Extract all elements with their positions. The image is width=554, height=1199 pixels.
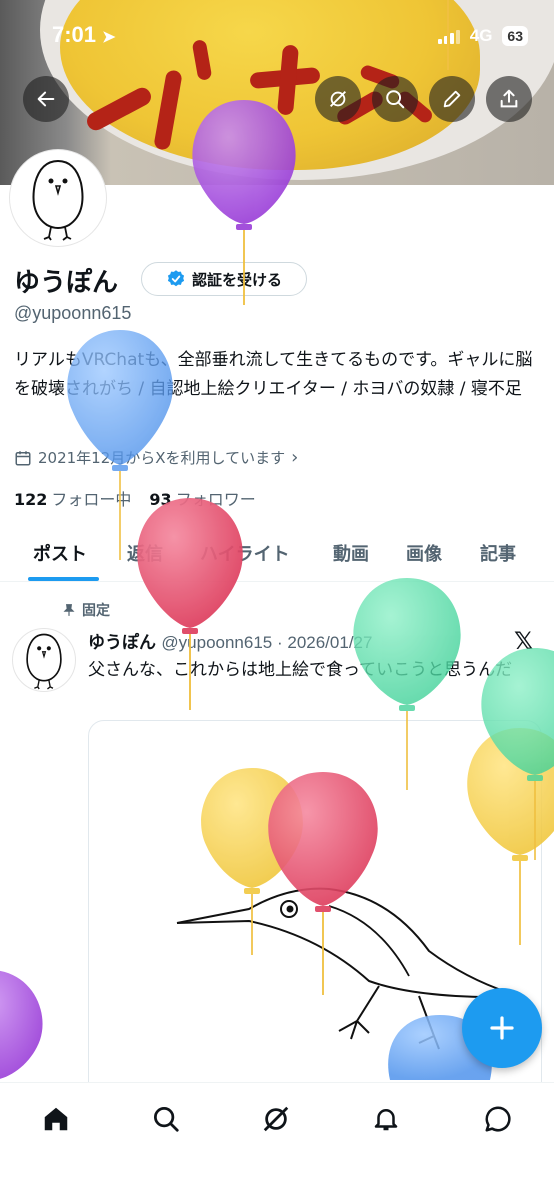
pinned-label: 固定 xyxy=(62,600,110,620)
post-text: 父さんな、これからは地上絵で食っていこうと思うんだ xyxy=(88,660,513,680)
search-button[interactable] xyxy=(372,76,418,122)
nav-home[interactable] xyxy=(34,1097,78,1141)
bird-drawing-avatar xyxy=(32,159,84,241)
tab-posts[interactable]: ポスト xyxy=(33,540,87,566)
verified-badge-icon xyxy=(167,270,185,287)
tab-videos[interactable]: 動画 xyxy=(333,540,369,566)
share-button[interactable] xyxy=(486,76,532,122)
profile-tabs: ポスト 返信 ハイライト 動画 画像 記事 xyxy=(0,530,554,582)
compose-button[interactable] xyxy=(462,988,542,1068)
profile-bio: リアルもVRChatも、全部垂れ流して生きてるものです。ギャルに脳を破壊されがち… xyxy=(14,350,533,399)
tab-images[interactable]: 画像 xyxy=(406,540,442,566)
post-author-name[interactable]: ゆうぽん xyxy=(88,633,156,653)
bottom-navigation xyxy=(0,1082,554,1199)
balloon-purple-2 xyxy=(0,970,43,1079)
tab-highlights[interactable]: ハイライト xyxy=(200,540,290,566)
follow-stats: 122 フォロー中 93 フォロワー xyxy=(14,486,256,510)
search-icon xyxy=(154,1107,179,1132)
edit-pencil-icon xyxy=(443,90,461,108)
share-icon xyxy=(500,89,518,108)
post-handle-date: @yupoonn615 · 2026/01/27 xyxy=(161,633,373,652)
get-verified-button[interactable]: 認証を受ける xyxy=(141,262,307,296)
home-icon xyxy=(44,1107,68,1131)
verify-button-label: 認証を受ける xyxy=(191,270,282,289)
profile-handle: @yupoonn615 xyxy=(14,303,132,323)
back-button[interactable] xyxy=(23,76,69,122)
cellular-signal-icon xyxy=(437,28,460,44)
followers-link[interactable]: 93 フォロワー xyxy=(149,486,255,510)
post-author-avatar[interactable] xyxy=(12,628,76,692)
grok-button[interactable] xyxy=(315,76,361,122)
location-arrow-icon: ➤ xyxy=(102,29,116,46)
nav-notifications[interactable] xyxy=(364,1097,408,1141)
back-arrow-icon xyxy=(37,91,55,107)
message-icon xyxy=(485,1106,511,1132)
nav-grok[interactable] xyxy=(254,1097,298,1141)
tab-replies[interactable]: 返信 xyxy=(127,540,163,566)
network-type: 4G xyxy=(469,26,493,45)
pin-icon xyxy=(63,604,75,616)
x-logo-icon[interactable]: 𝕏 xyxy=(514,627,533,655)
nav-search[interactable] xyxy=(144,1097,188,1141)
battery-indicator: 63 xyxy=(502,26,528,46)
following-link[interactable]: 122 フォロー中 xyxy=(14,486,131,510)
plus-icon xyxy=(490,1016,514,1040)
bell-icon xyxy=(374,1109,398,1131)
tab-articles[interactable]: 記事 xyxy=(480,540,516,566)
profile-avatar[interactable] xyxy=(10,150,106,246)
calendar-icon xyxy=(15,450,31,465)
post-meta: ゆうぽん @yupoonn615 · 2026/01/27 xyxy=(88,628,372,653)
joined-text: 2021年12月からXを利用しています xyxy=(38,449,286,467)
edit-button[interactable] xyxy=(429,76,475,122)
joined-date[interactable]: 2021年12月からXを利用しています › xyxy=(14,447,298,468)
grok-icon xyxy=(263,1106,289,1132)
status-bar: 7:01 ➤ 4G 63 xyxy=(0,22,554,54)
profile-name: ゆうぽん xyxy=(14,268,119,298)
search-icon xyxy=(386,90,405,109)
chevron-right-icon: › xyxy=(291,447,299,468)
status-time: 7:01 ➤ xyxy=(52,22,116,47)
grok-icon xyxy=(330,91,346,107)
nav-messages[interactable] xyxy=(476,1097,520,1141)
bird-drawing-avatar xyxy=(26,633,62,690)
active-tab-indicator xyxy=(28,577,99,581)
